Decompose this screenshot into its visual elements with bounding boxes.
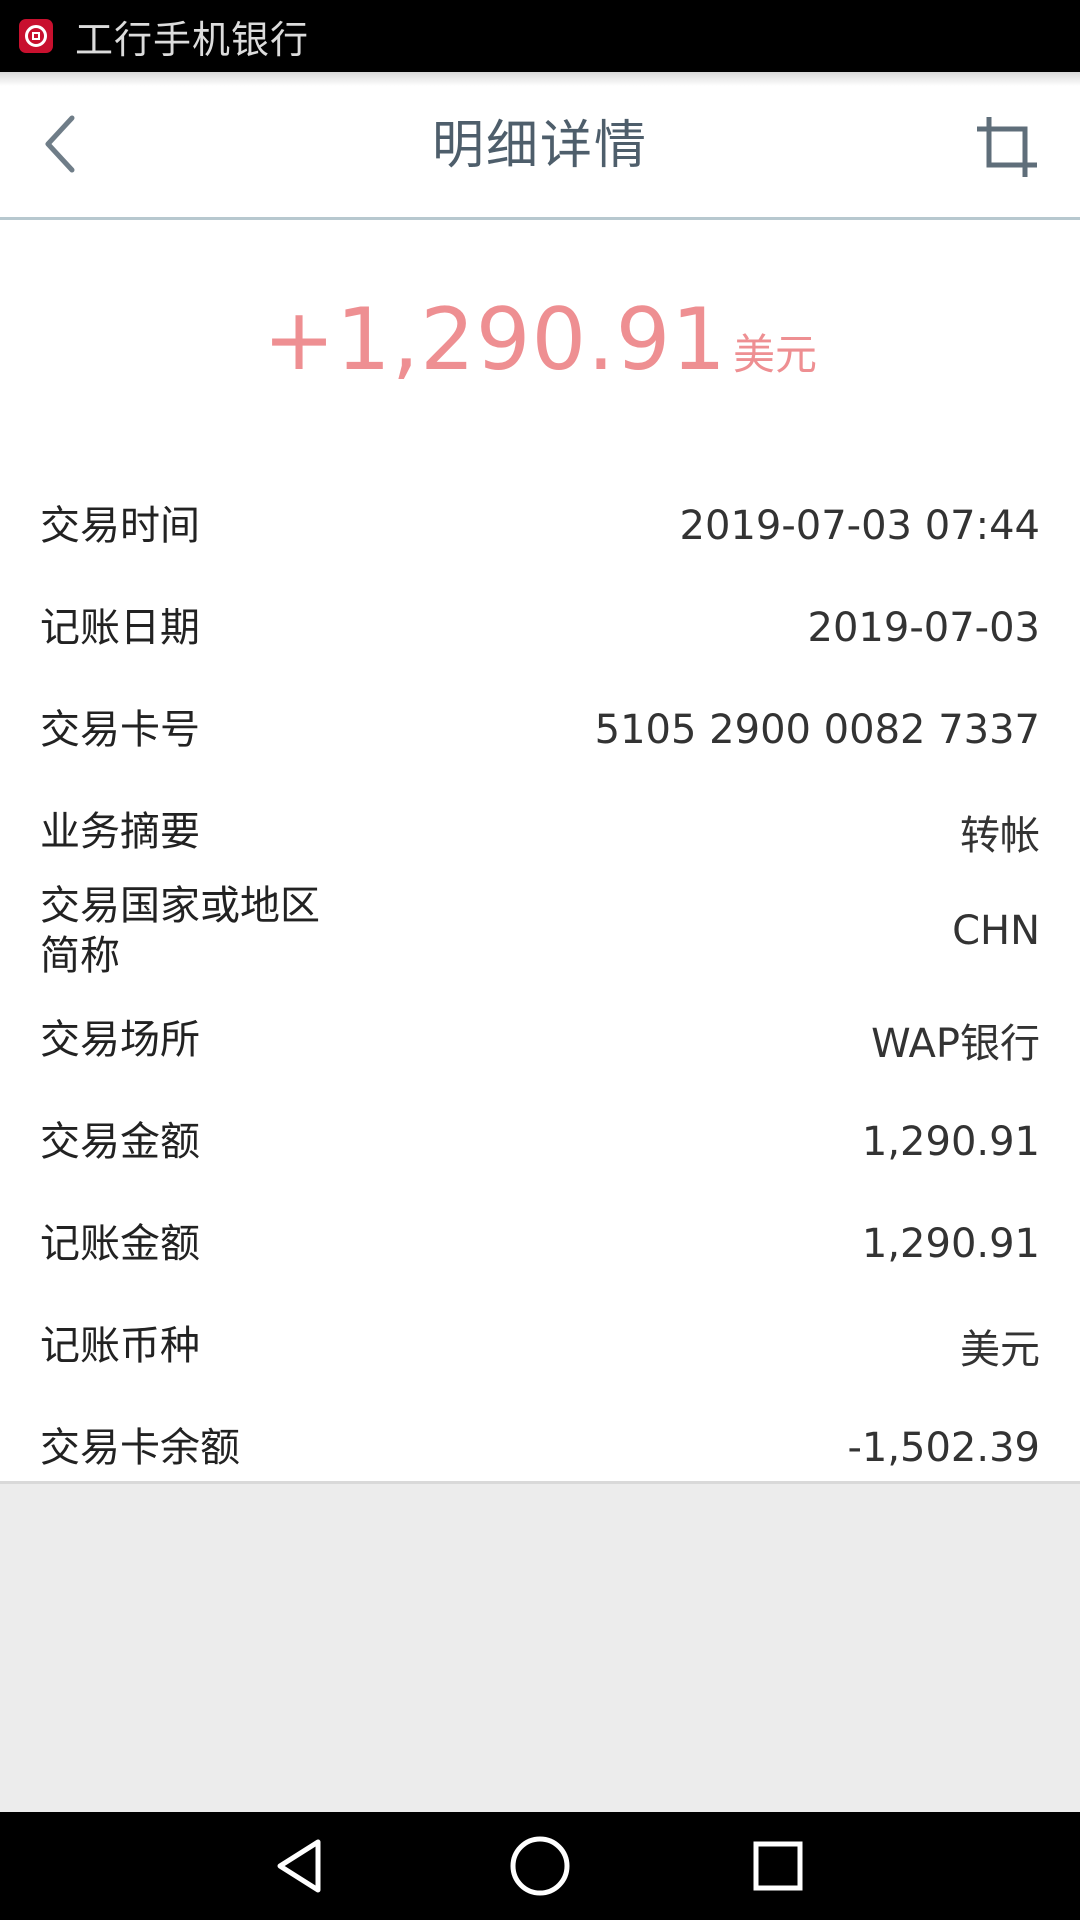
row-value: 1,290.91 xyxy=(861,1119,1040,1165)
detail-row: 交易时间 2019-07-03 07:44 xyxy=(0,478,1080,574)
row-label: 记账金额 xyxy=(40,1221,200,1267)
amount-currency: 美元 xyxy=(733,330,818,379)
header: 明细详情 xyxy=(0,72,1080,220)
row-label: 交易国家或地区简称 xyxy=(40,883,320,979)
row-value: CHN xyxy=(952,908,1040,954)
detail-row: 记账日期 2019-07-03 xyxy=(0,580,1080,676)
row-label: 记账日期 xyxy=(40,605,200,651)
row-value: 美元 xyxy=(960,1327,1040,1373)
crop-icon xyxy=(977,117,1037,177)
detail-row: 交易场所 WAP银行 xyxy=(0,992,1080,1088)
icbc-logo-icon xyxy=(19,19,53,53)
row-value: 2019-07-03 xyxy=(807,605,1040,651)
detail-row: 交易国家或地区简称 CHN xyxy=(0,874,1080,988)
row-value: 1,290.91 xyxy=(861,1221,1040,1267)
row-label: 交易卡号 xyxy=(40,707,200,753)
system-back-button[interactable] xyxy=(264,1830,336,1902)
square-recents-icon xyxy=(753,1841,803,1891)
row-value: WAP银行 xyxy=(871,1021,1040,1067)
detail-row: 记账金额 1,290.91 xyxy=(0,1196,1080,1292)
amount-value: +1,290.91 xyxy=(262,290,727,390)
status-bar: 工行手机银行 xyxy=(0,0,1080,72)
detail-row: 业务摘要 转帐 xyxy=(0,784,1080,880)
row-label: 交易时间 xyxy=(40,503,200,549)
detail-row: 交易卡号 5105 2900 0082 7337 xyxy=(0,682,1080,778)
row-label: 记账币种 xyxy=(40,1323,200,1369)
header-shadow xyxy=(0,72,1080,86)
app-title: 工行手机银行 xyxy=(75,17,310,62)
detail-row: 交易卡余额 -1,502.39 xyxy=(0,1400,1080,1496)
crop-button[interactable] xyxy=(972,112,1042,182)
triangle-back-icon xyxy=(277,1839,321,1893)
row-value: 2019-07-03 07:44 xyxy=(679,503,1040,549)
row-value: -1,502.39 xyxy=(847,1425,1040,1471)
detail-row: 记账币种 美元 xyxy=(0,1298,1080,1394)
page-title: 明细详情 xyxy=(431,116,648,176)
row-label: 业务摘要 xyxy=(40,809,200,855)
screen: 工行手机银行 明细详情 +1,290.91 美元 交易时间 2019-07-03 … xyxy=(0,0,1080,1920)
amount-summary: +1,290.91 美元 xyxy=(0,290,1080,390)
row-label: 交易金额 xyxy=(40,1119,200,1165)
row-label: 交易卡余额 xyxy=(40,1425,240,1471)
system-nav-bar xyxy=(0,1812,1080,1920)
detail-card: +1,290.91 美元 交易时间 2019-07-03 07:44 记账日期 2… xyxy=(0,220,1080,1484)
circle-home-icon xyxy=(510,1836,570,1896)
system-home-button[interactable] xyxy=(504,1830,576,1902)
row-value: 转帐 xyxy=(960,813,1040,859)
row-label: 交易场所 xyxy=(40,1017,200,1063)
row-value: 5105 2900 0082 7337 xyxy=(594,707,1040,753)
system-recents-button[interactable] xyxy=(742,1830,814,1902)
detail-row: 交易金额 1,290.91 xyxy=(0,1094,1080,1190)
